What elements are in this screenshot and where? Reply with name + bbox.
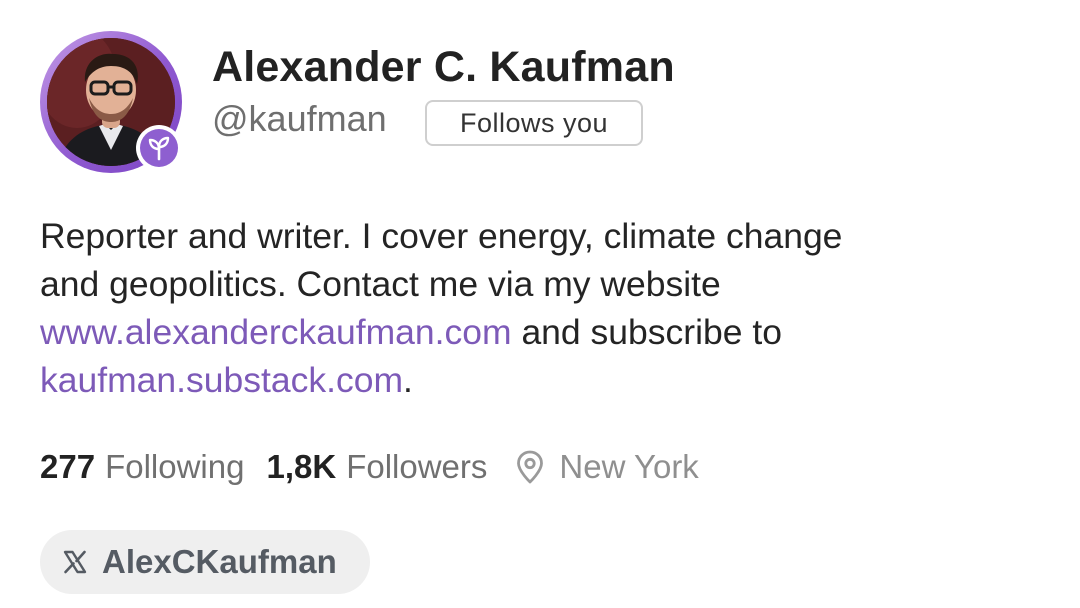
followers-count[interactable]: 1,8K — [266, 448, 336, 486]
bio-text: and subscribe to — [511, 312, 782, 352]
x-handle: AlexCKaufman — [102, 543, 337, 580]
location-text: New York — [559, 448, 699, 485]
bio-line: and geopolitics. Contact me via my websi… — [40, 264, 721, 304]
profile-stats: 277 Following 1,8K Followers New York — [40, 444, 699, 490]
location-pin-icon — [517, 450, 544, 484]
sprout-icon — [148, 136, 170, 161]
follows-you-badge: Follows you — [425, 100, 643, 146]
x-icon — [63, 550, 87, 574]
profile-bio: Reporter and writer. I cover energy, cli… — [40, 212, 1030, 404]
following-count[interactable]: 277 — [40, 448, 95, 486]
bio-text: . — [403, 360, 413, 400]
followers-label[interactable]: Followers — [346, 448, 487, 486]
display-name: Alexander C. Kaufman — [212, 43, 675, 91]
substack-link[interactable]: kaufman.substack.com — [40, 360, 403, 400]
bio-line: Reporter and writer. I cover energy, cli… — [40, 216, 843, 256]
website-link[interactable]: www.alexanderckaufman.com — [40, 312, 512, 352]
bio-line: kaufman.substack.com. — [40, 356, 1030, 404]
location: New York — [515, 448, 699, 486]
following-label[interactable]: Following — [105, 448, 244, 486]
profile-handle: @kaufman — [212, 98, 387, 139]
avatar-badge — [136, 125, 182, 171]
bio-line: www.alexanderckaufman.com and subscribe … — [40, 308, 1030, 356]
badge-background — [140, 129, 178, 167]
x-profile-link[interactable]: AlexCKaufman — [40, 530, 370, 594]
